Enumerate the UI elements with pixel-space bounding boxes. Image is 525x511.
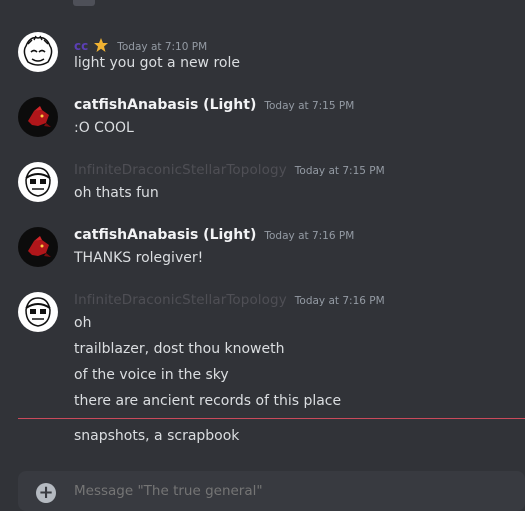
avatar[interactable] [18, 97, 58, 137]
new-messages-divider [18, 418, 525, 419]
star-icon [93, 37, 109, 53]
avatar[interactable] [18, 32, 58, 72]
author-name[interactable]: catfishAnabasis (Light) [74, 97, 256, 113]
message-header: cc Today at 7:10 PM [74, 34, 207, 54]
message-text: THANKS rolegiver! [74, 250, 204, 266]
message-composer: + [18, 471, 525, 511]
avatar-dragon-icon [18, 227, 58, 267]
message-text: light you got a new role [74, 55, 240, 71]
avatar-sketch-icon [18, 162, 58, 202]
message-header: catfishAnabasis (Light) Today at 7:15 PM [74, 97, 354, 117]
message-text: oh [74, 315, 92, 331]
timestamp: Today at 7:10 PM [117, 41, 208, 53]
avatar[interactable] [18, 227, 58, 267]
message-text: of the voice in the sky [74, 367, 229, 383]
message-text: :O COOL [74, 120, 134, 136]
message-text: oh thats fun [74, 185, 159, 201]
timestamp: Today at 7:15 PM [264, 100, 355, 112]
message-text: snapshots, a scrapbook [74, 428, 240, 444]
author-name[interactable]: InfiniteDraconicStellarTopology [74, 162, 287, 178]
author-name[interactable]: cc [74, 39, 88, 53]
avatar-cc-icon [18, 32, 58, 72]
message-header: InfiniteDraconicStellarTopology Today at… [74, 292, 385, 312]
author-name[interactable]: catfishAnabasis (Light) [74, 227, 256, 243]
avatar[interactable] [18, 292, 58, 332]
add-attachment-icon[interactable]: + [36, 483, 56, 503]
attachment-preview[interactable] [73, 0, 95, 6]
avatar[interactable] [18, 162, 58, 202]
message-header: catfishAnabasis (Light) Today at 7:16 PM [74, 227, 354, 247]
timestamp: Today at 7:15 PM [294, 165, 385, 177]
message-text: trailblazer, dost thou knoweth [74, 341, 285, 357]
avatar-sketch-icon [18, 292, 58, 332]
timestamp: Today at 7:16 PM [294, 295, 385, 307]
message-input[interactable] [74, 483, 474, 499]
timestamp: Today at 7:16 PM [264, 230, 355, 242]
author-name[interactable]: InfiniteDraconicStellarTopology [74, 292, 287, 308]
message-text: there are ancient records of this place [74, 393, 342, 409]
avatar-dragon-icon [18, 97, 58, 137]
message-header: InfiniteDraconicStellarTopology Today at… [74, 162, 385, 182]
